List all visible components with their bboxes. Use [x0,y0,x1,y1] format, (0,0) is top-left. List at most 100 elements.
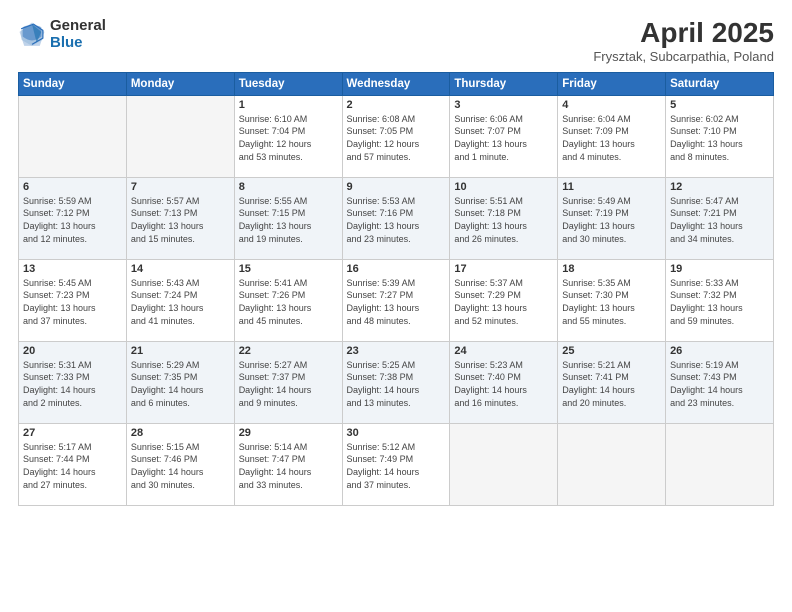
day-number: 26 [670,345,769,357]
calendar-subtitle: Frysztak, Subcarpathia, Poland [593,49,774,64]
calendar-cell: 26 Sunrise: 5:19 AMSunset: 7:43 PMDayligh… [666,341,774,423]
day-number: 7 [131,181,230,193]
col-saturday: Saturday [666,72,774,95]
header: General Blue April 2025 Frysztak, Subcar… [18,18,774,64]
page: General Blue April 2025 Frysztak, Subcar… [0,0,792,612]
logo-icon [18,21,46,49]
day-number: 24 [454,345,553,357]
day-number: 21 [131,345,230,357]
cell-details: Sunrise: 5:15 AMSunset: 7:46 PMDaylight:… [131,441,230,491]
cell-details: Sunrise: 5:51 AMSunset: 7:18 PMDaylight:… [454,195,553,245]
day-number: 23 [347,345,446,357]
calendar-cell: 13 Sunrise: 5:45 AMSunset: 7:23 PMDayligh… [19,259,127,341]
day-number: 9 [347,181,446,193]
logo-blue-text: Blue [50,35,106,52]
day-number: 22 [239,345,338,357]
cell-details: Sunrise: 6:08 AMSunset: 7:05 PMDaylight:… [347,113,446,163]
day-number: 6 [23,181,122,193]
cell-details: Sunrise: 5:37 AMSunset: 7:29 PMDaylight:… [454,277,553,327]
calendar-cell: 28 Sunrise: 5:15 AMSunset: 7:46 PMDayligh… [126,423,234,505]
day-number: 3 [454,99,553,111]
calendar-title: April 2025 [593,18,774,49]
cell-details: Sunrise: 5:25 AMSunset: 7:38 PMDaylight:… [347,359,446,409]
cell-details: Sunrise: 5:12 AMSunset: 7:49 PMDaylight:… [347,441,446,491]
calendar-cell: 11 Sunrise: 5:49 AMSunset: 7:19 PMDayligh… [558,177,666,259]
calendar-cell: 4 Sunrise: 6:04 AMSunset: 7:09 PMDaylight… [558,95,666,177]
calendar-cell: 6 Sunrise: 5:59 AMSunset: 7:12 PMDaylight… [19,177,127,259]
calendar-week-row: 27 Sunrise: 5:17 AMSunset: 7:44 PMDayligh… [19,423,774,505]
calendar-cell: 1Sunrise: 6:10 AMSunset: 7:04 PMDaylight… [234,95,342,177]
calendar-cell: 10 Sunrise: 5:51 AMSunset: 7:18 PMDayligh… [450,177,558,259]
cell-details: Sunrise: 5:49 AMSunset: 7:19 PMDaylight:… [562,195,661,245]
cell-details: Sunrise: 6:02 AMSunset: 7:10 PMDaylight:… [670,113,769,163]
calendar-cell: 19 Sunrise: 5:33 AMSunset: 7:32 PMDayligh… [666,259,774,341]
cell-details: Sunrise: 5:45 AMSunset: 7:23 PMDaylight:… [23,277,122,327]
title-block: April 2025 Frysztak, Subcarpathia, Polan… [593,18,774,64]
calendar-cell: 27 Sunrise: 5:17 AMSunset: 7:44 PMDayligh… [19,423,127,505]
cell-details: Sunrise: 5:39 AMSunset: 7:27 PMDaylight:… [347,277,446,327]
calendar-cell: 2Sunrise: 6:08 AMSunset: 7:05 PMDaylight… [342,95,450,177]
calendar-cell: 7 Sunrise: 5:57 AMSunset: 7:13 PMDaylight… [126,177,234,259]
day-number: 19 [670,263,769,275]
day-number: 4 [562,99,661,111]
cell-details: Sunrise: 6:04 AMSunset: 7:09 PMDaylight:… [562,113,661,163]
cell-details: Sunrise: 5:35 AMSunset: 7:30 PMDaylight:… [562,277,661,327]
day-number: 16 [347,263,446,275]
cell-details: Sunrise: 5:19 AMSunset: 7:43 PMDaylight:… [670,359,769,409]
calendar-header-row: Sunday Monday Tuesday Wednesday Thursday… [19,72,774,95]
day-number: 8 [239,181,338,193]
day-number: 10 [454,181,553,193]
cell-details: Sunrise: 6:10 AMSunset: 7:04 PMDaylight:… [239,113,338,163]
calendar-cell: 20Sunrise: 5:31 AMSunset: 7:33 PMDayligh… [19,341,127,423]
calendar-cell: 3 Sunrise: 6:06 AMSunset: 7:07 PMDaylight… [450,95,558,177]
day-number: 11 [562,181,661,193]
cell-details: Sunrise: 5:29 AMSunset: 7:35 PMDaylight:… [131,359,230,409]
day-number: 28 [131,427,230,439]
cell-details: Sunrise: 5:41 AMSunset: 7:26 PMDaylight:… [239,277,338,327]
day-number: 12 [670,181,769,193]
day-number: 15 [239,263,338,275]
calendar-cell: 23 Sunrise: 5:25 AMSunset: 7:38 PMDayligh… [342,341,450,423]
day-number: 18 [562,263,661,275]
calendar-cell: 16 Sunrise: 5:39 AMSunset: 7:27 PMDayligh… [342,259,450,341]
day-number: 20 [23,345,122,357]
col-sunday: Sunday [19,72,127,95]
calendar-cell: 9 Sunrise: 5:53 AMSunset: 7:16 PMDaylight… [342,177,450,259]
calendar-cell: 14Sunrise: 5:43 AMSunset: 7:24 PMDayligh… [126,259,234,341]
cell-details: Sunrise: 5:33 AMSunset: 7:32 PMDaylight:… [670,277,769,327]
calendar-cell [19,95,127,177]
cell-details: Sunrise: 5:53 AMSunset: 7:16 PMDaylight:… [347,195,446,245]
cell-details: Sunrise: 5:23 AMSunset: 7:40 PMDaylight:… [454,359,553,409]
day-number: 27 [23,427,122,439]
col-friday: Friday [558,72,666,95]
calendar-cell [558,423,666,505]
day-number: 5 [670,99,769,111]
calendar-cell: 24 Sunrise: 5:23 AMSunset: 7:40 PMDayligh… [450,341,558,423]
cell-details: Sunrise: 5:17 AMSunset: 7:44 PMDaylight:… [23,441,122,491]
col-thursday: Thursday [450,72,558,95]
calendar-cell: 8Sunrise: 5:55 AMSunset: 7:15 PMDaylight… [234,177,342,259]
calendar-cell: 5 Sunrise: 6:02 AMSunset: 7:10 PMDaylight… [666,95,774,177]
calendar-cell: 21 Sunrise: 5:29 AMSunset: 7:35 PMDayligh… [126,341,234,423]
calendar-table: Sunday Monday Tuesday Wednesday Thursday… [18,72,774,506]
col-monday: Monday [126,72,234,95]
day-number: 30 [347,427,446,439]
cell-details: Sunrise: 5:21 AMSunset: 7:41 PMDaylight:… [562,359,661,409]
day-number: 14 [131,263,230,275]
cell-details: Sunrise: 6:06 AMSunset: 7:07 PMDaylight:… [454,113,553,163]
calendar-cell: 25Sunrise: 5:21 AMSunset: 7:41 PMDayligh… [558,341,666,423]
calendar-week-row: 20Sunrise: 5:31 AMSunset: 7:33 PMDayligh… [19,341,774,423]
cell-details: Sunrise: 5:14 AMSunset: 7:47 PMDaylight:… [239,441,338,491]
logo: General Blue [18,18,106,51]
calendar-week-row: 13 Sunrise: 5:45 AMSunset: 7:23 PMDayligh… [19,259,774,341]
logo-text: General Blue [50,18,106,51]
calendar-cell [450,423,558,505]
cell-details: Sunrise: 5:57 AMSunset: 7:13 PMDaylight:… [131,195,230,245]
col-tuesday: Tuesday [234,72,342,95]
cell-details: Sunrise: 5:59 AMSunset: 7:12 PMDaylight:… [23,195,122,245]
calendar-cell: 15 Sunrise: 5:41 AMSunset: 7:26 PMDayligh… [234,259,342,341]
day-number: 13 [23,263,122,275]
logo-general-text: General [50,18,106,35]
calendar-cell: 29Sunrise: 5:14 AMSunset: 7:47 PMDayligh… [234,423,342,505]
day-number: 17 [454,263,553,275]
